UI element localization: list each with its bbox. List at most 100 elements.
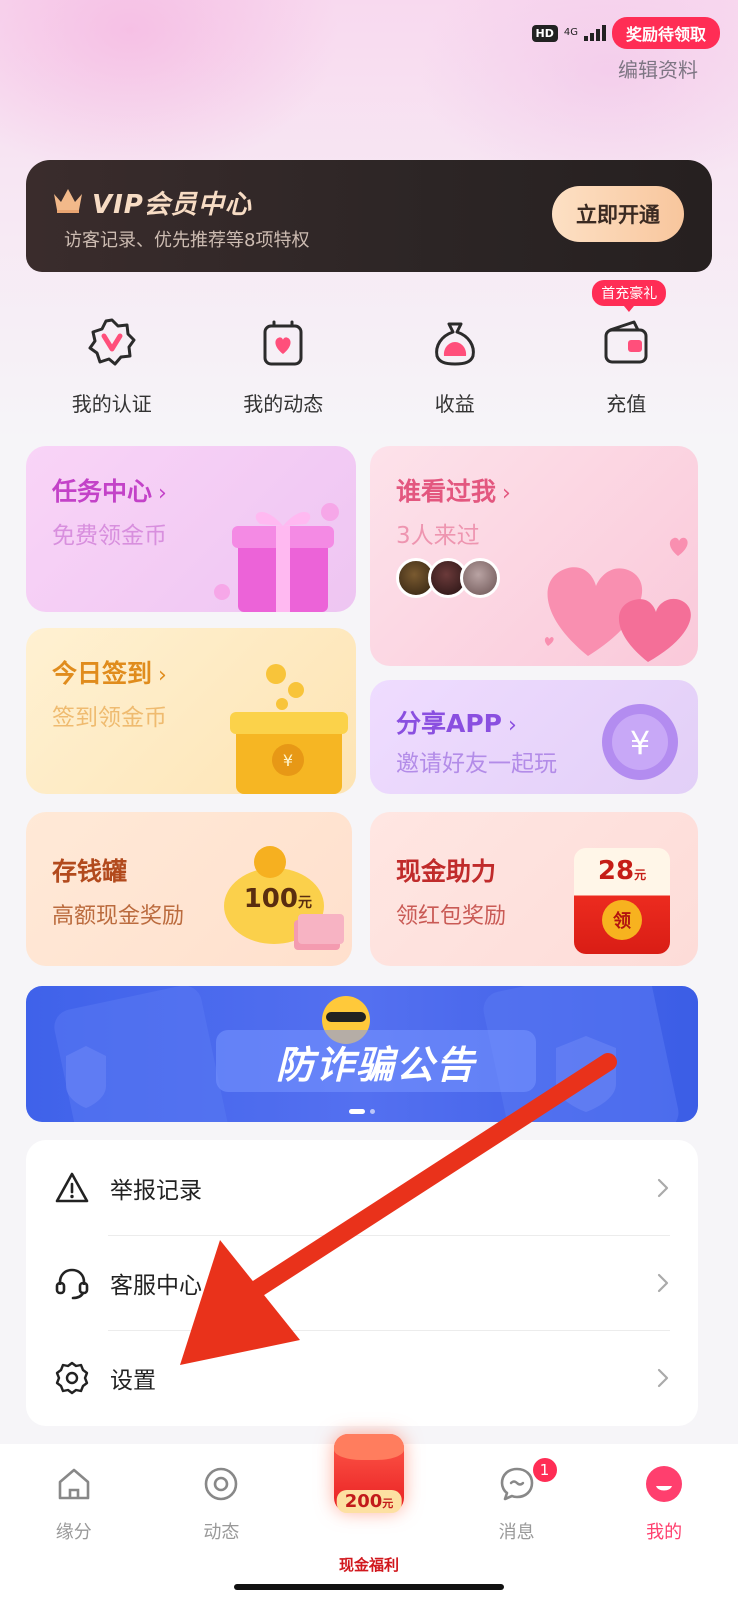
headset-icon: [55, 1268, 89, 1299]
chevron-right-icon: [657, 1273, 669, 1292]
task-center-subtitle: 免费领金币: [52, 523, 167, 549]
wallet-icon: [604, 320, 648, 364]
treasure-box-icon: ¥: [230, 664, 348, 794]
card-title: 谁看过我 ›: [396, 472, 511, 508]
circle-icon: [205, 1467, 238, 1501]
share-app-title: 分享APP: [396, 709, 502, 738]
chevron-right-icon: ›: [508, 713, 517, 738]
warning-icon: [55, 1172, 89, 1202]
tab-messages[interactable]: 1 消息: [443, 1444, 591, 1600]
svg-text:¥: ¥: [283, 751, 293, 770]
avatar: [460, 558, 500, 598]
piggy-bank-amount-value: 100: [243, 884, 298, 914]
who-viewed-me-card[interactable]: 谁看过我 › 3人来过: [370, 446, 698, 666]
chevron-right-icon: ›: [158, 663, 167, 688]
banner-pagination: [349, 1109, 375, 1114]
crown-icon: [54, 189, 82, 213]
tab-label: 缘分: [55, 1522, 92, 1543]
reward-pending-pill[interactable]: 奖励待领取: [611, 17, 720, 49]
banner-title: 防诈骗公告: [216, 1030, 536, 1092]
money-bag-icon: [434, 322, 475, 366]
vip-subtitle: 访客记录、优先推荐等8项特权: [64, 230, 310, 251]
verify-badge-icon: [88, 318, 136, 366]
cash-welfare-amount-unit: 元: [382, 1497, 394, 1510]
claim-label: 领: [613, 911, 631, 932]
daily-checkin-title: 今日签到: [52, 659, 153, 688]
visitor-count: 3人来过: [396, 523, 480, 549]
card-title: 任务中心 ›: [52, 472, 167, 508]
daily-checkin-subtitle: 签到领金币: [52, 705, 167, 731]
card-title: 今日签到 ›: [52, 654, 167, 690]
home-icon: [58, 1468, 90, 1500]
svg-text:¥: ¥: [630, 724, 650, 762]
red-envelope-amount-unit: 元: [634, 868, 647, 882]
tab-moments[interactable]: 动态: [148, 1444, 296, 1600]
profile-icon: [646, 1466, 683, 1502]
tab-cash-welfare[interactable]: 200元 现金福利: [295, 1434, 443, 1600]
quick-action-recharge[interactable]: 首充豪礼 充值: [541, 280, 713, 420]
hd-badge: HD: [531, 24, 558, 42]
claim-coin: 领: [602, 900, 642, 940]
card-title: 分享APP ›: [396, 704, 517, 740]
task-center-title: 任务中心: [52, 477, 153, 506]
share-app-card[interactable]: 分享APP › 邀请好友一起玩 ¥: [370, 680, 698, 794]
chevron-right-icon: [657, 1178, 669, 1197]
signal-icon: [583, 25, 606, 41]
tab-fate[interactable]: 缘分: [0, 1444, 148, 1600]
first-recharge-badge: 首充豪礼: [592, 280, 667, 312]
quick-action-label: 我的动态: [243, 392, 324, 416]
coin-icon: ¥: [602, 704, 678, 780]
piggy-bank-title: 存钱罐: [52, 857, 128, 886]
edit-profile-link[interactable]: 编辑资料: [618, 54, 698, 83]
network-indicator: 4G: [563, 27, 578, 38]
chevron-right-icon: [657, 1368, 669, 1387]
menu-item-settings[interactable]: 设置: [26, 1330, 698, 1425]
unread-badge: 1: [530, 1456, 559, 1484]
quick-actions: 我的认证 我的动态 收益 首充豪礼 充值: [26, 280, 713, 420]
gear-icon: [55, 1361, 89, 1394]
daily-checkin-card[interactable]: 今日签到 › 签到领金币 ¥: [26, 628, 356, 794]
cash-welfare-amount-value: 200: [344, 1491, 383, 1512]
menu-item-label: 客服中心: [110, 1272, 202, 1299]
cash-welfare-amount: 200元: [336, 1490, 402, 1513]
piggy-bank-amount-unit: 元: [298, 895, 312, 911]
red-envelope-amount: 28元: [574, 856, 670, 886]
menu-list: 举报记录 客服中心 设置: [26, 1140, 698, 1426]
visitor-avatars: [396, 558, 500, 598]
share-app-subtitle: 邀请好友一起玩: [396, 751, 557, 777]
quick-action-label: 我的认证: [71, 392, 152, 416]
tab-label: 现金福利: [338, 1556, 399, 1574]
chevron-right-icon: ›: [502, 481, 511, 506]
cash-assist-title: 现金助力: [396, 857, 497, 886]
red-envelope-amount-value: 28: [597, 856, 635, 886]
quick-action-earnings[interactable]: 收益: [369, 310, 541, 420]
menu-item-label: 举报记录: [110, 1177, 202, 1204]
vip-open-button[interactable]: 立即开通: [552, 186, 684, 242]
cash-assist-subtitle: 领红包奖励: [396, 904, 507, 929]
menu-item-customer-service[interactable]: 客服中心: [26, 1235, 698, 1330]
quick-action-label: 收益: [434, 392, 475, 416]
menu-item-report-records[interactable]: 举报记录: [26, 1140, 698, 1235]
task-center-card[interactable]: 任务中心 › 免费领金币: [26, 446, 356, 612]
heart-bag-icon: [263, 320, 303, 366]
vip-card[interactable]: VIP会员中心 访客记录、优先推荐等8项特权 立即开通: [26, 160, 712, 272]
tab-label: 动态: [203, 1522, 240, 1543]
anti-fraud-banner[interactable]: 防诈骗公告: [26, 986, 698, 1122]
menu-item-label: 设置: [110, 1367, 156, 1394]
who-viewed-me-title: 谁看过我: [396, 477, 497, 506]
quick-action-label: 充值: [606, 392, 647, 416]
gift-box-icon: [214, 503, 339, 612]
chevron-right-icon: ›: [158, 481, 167, 506]
hearts-icon: [544, 537, 691, 662]
home-indicator: [234, 1584, 504, 1590]
bottom-tab-bar: 缘分 动态 200元 现金福利 1 消息 我的: [0, 1434, 738, 1600]
tab-me[interactable]: 我的: [590, 1444, 738, 1600]
quick-action-verify[interactable]: 我的认证: [26, 310, 198, 420]
piggy-bank-subtitle: 高额现金奖励: [52, 904, 185, 929]
cash-assist-card[interactable]: 现金助力 领红包奖励 28元 领: [370, 812, 698, 966]
vip-title: VIP会员中心: [92, 190, 252, 220]
quick-action-moments[interactable]: 我的动态: [198, 310, 370, 420]
piggy-bank-card[interactable]: 存钱罐 高额现金奖励 100元: [26, 812, 352, 966]
piggy-bank-amount: 100元: [244, 884, 312, 914]
tab-label: 消息: [498, 1522, 535, 1543]
